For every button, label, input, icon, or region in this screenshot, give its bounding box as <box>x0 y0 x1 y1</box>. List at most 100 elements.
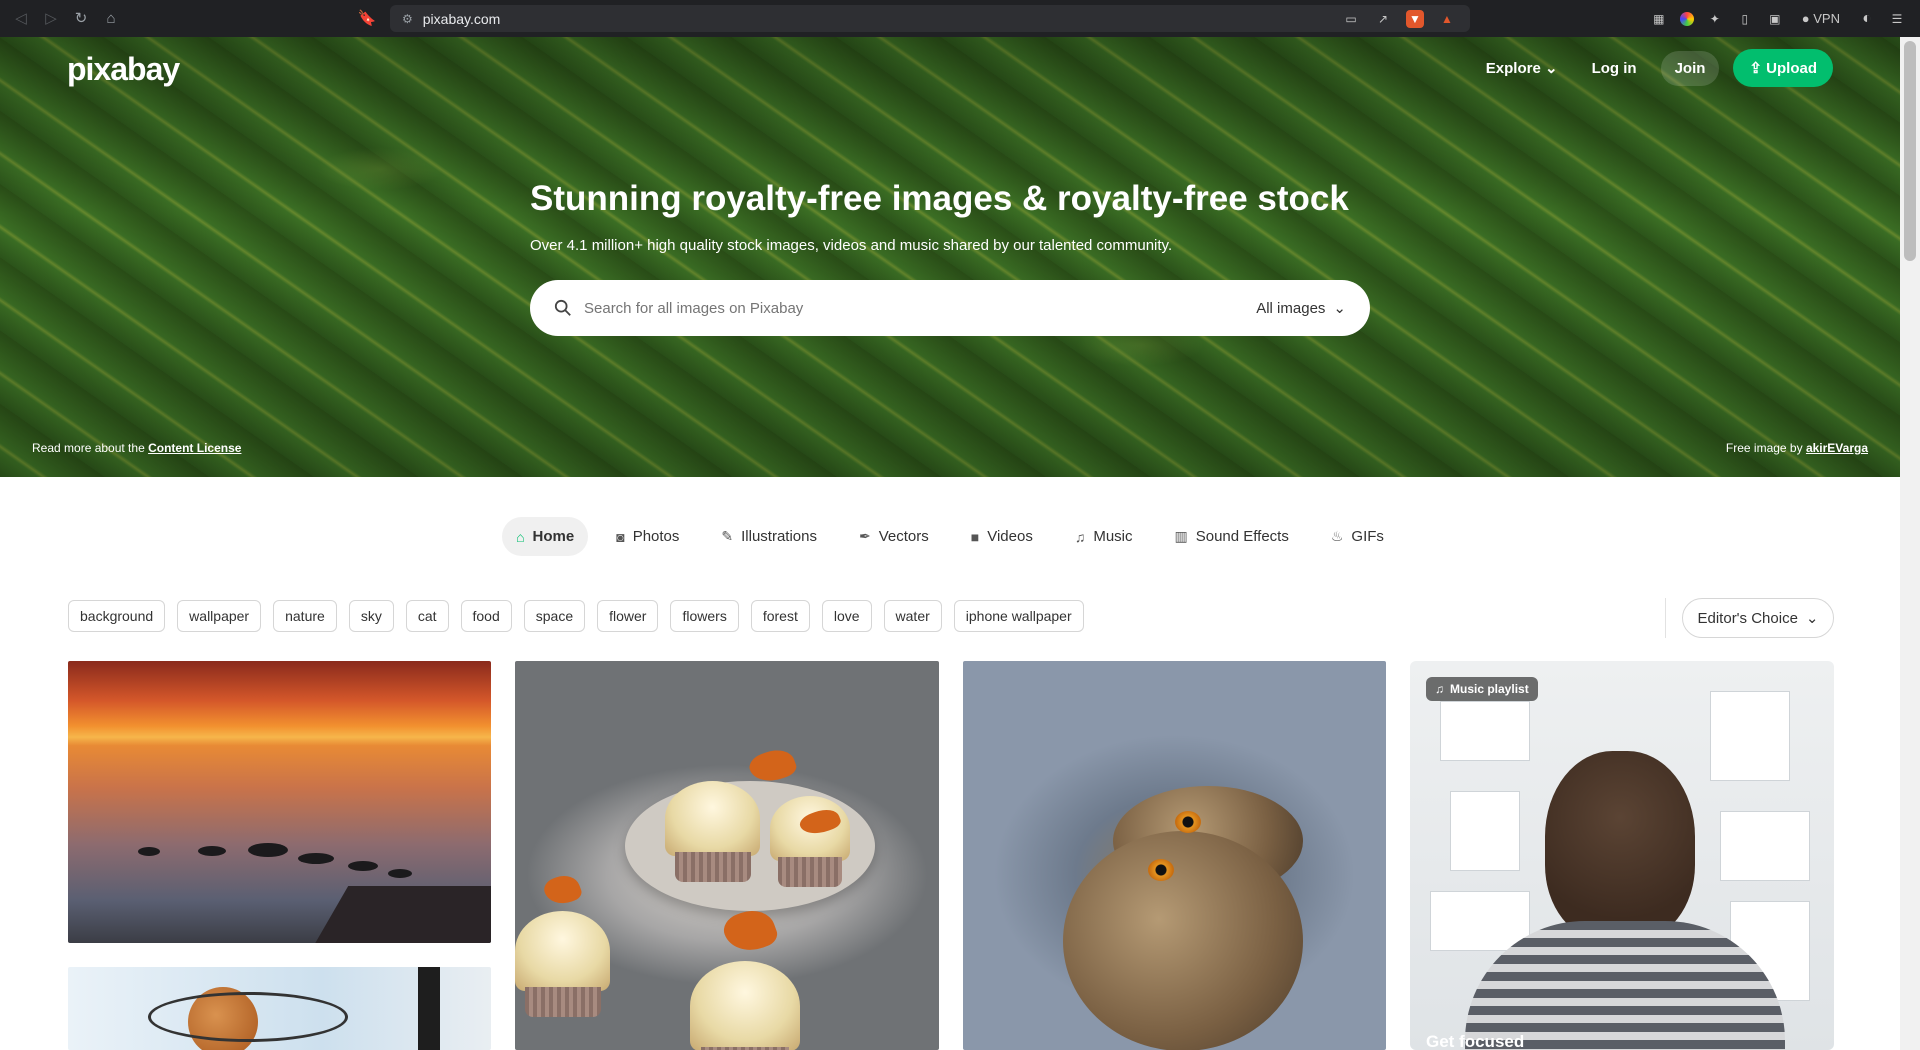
flame-icon: ♨ <box>1330 528 1344 544</box>
brush-icon: ✎ <box>721 528 734 544</box>
tag-chip[interactable]: nature <box>273 600 337 632</box>
waveform-icon: ▥ <box>1174 528 1188 544</box>
chevron-down-icon: ⌄ <box>1544 60 1558 77</box>
explore-menu[interactable]: Explore ⌄ <box>1476 51 1568 85</box>
chevron-down-icon: ⌄ <box>1805 610 1819 627</box>
login-link[interactable]: Log in <box>1582 52 1647 85</box>
home-icon[interactable]: ⌂ <box>100 7 122 29</box>
license-note: Read more about the Content License <box>32 441 241 455</box>
tab-label: Videos <box>987 528 1033 545</box>
share-icon[interactable]: ↗ <box>1374 10 1392 28</box>
tab-videos[interactable]: ■ Videos <box>957 517 1047 556</box>
tab-label: Music <box>1093 528 1133 545</box>
tab-home[interactable]: ⌂ Home <box>502 517 589 556</box>
profile-icon[interactable]: ◐ <box>1858 10 1876 28</box>
extensions-puzzle-icon[interactable]: ✦ <box>1706 10 1724 28</box>
tab-label: GIFs <box>1351 528 1384 545</box>
sunset-sea-photo[interactable] <box>68 661 491 943</box>
wallet-icon[interactable]: ▣ <box>1766 10 1784 28</box>
tag-chip[interactable]: food <box>460 600 512 632</box>
tag-chip[interactable]: flower <box>597 600 659 632</box>
forward-arrow-icon[interactable]: ▷ <box>40 7 62 29</box>
join-button[interactable]: Join <box>1660 50 1720 86</box>
music-note-icon: ♫ <box>1074 528 1086 545</box>
tab-sound-effects[interactable]: ▥ Sound Effects <box>1161 517 1303 556</box>
hero-banner: pixabay Explore ⌄ Log in Join ⇪ Upload S… <box>0 37 1900 477</box>
tag-chip[interactable]: forest <box>750 600 810 632</box>
hero-subtitle: Over 4.1 million+ high quality stock ima… <box>530 237 1173 254</box>
tab-illustrations[interactable]: ✎ Illustrations <box>707 517 831 556</box>
back-arrow-icon[interactable]: ◁ <box>10 7 32 29</box>
brave-rewards-icon[interactable]: ▲ <box>1438 10 1456 28</box>
popular-tags: background wallpaper nature sky cat food… <box>68 600 1084 632</box>
tag-chip[interactable]: love <box>821 600 872 632</box>
tab-gifs[interactable]: ♨ GIFs <box>1317 517 1398 556</box>
tag-chip[interactable]: wallpaper <box>177 600 262 632</box>
color-extension-icon[interactable] <box>1679 11 1694 26</box>
qr-code-icon[interactable]: ▦ <box>1650 10 1668 28</box>
search-input[interactable] <box>584 299 1257 317</box>
sort-label: Editor's Choice <box>1697 609 1798 627</box>
media-type-label: All images <box>1256 299 1326 317</box>
reload-icon[interactable]: ↻ <box>70 7 92 29</box>
tab-label: Vectors <box>878 528 929 545</box>
tag-chip[interactable]: flowers <box>670 600 739 632</box>
badge-label: Music playlist <box>1450 682 1529 696</box>
license-prefix: Read more about the <box>32 441 149 455</box>
camera-icon: ◙ <box>616 528 625 545</box>
upload-button[interactable]: ⇪ Upload <box>1733 49 1833 87</box>
tab-photos[interactable]: ◙ Photos <box>602 517 693 556</box>
bookmark-icon[interactable]: 🔖 <box>356 7 378 29</box>
tag-chip[interactable]: water <box>883 600 942 632</box>
tab-vectors[interactable]: ✒ Vectors <box>845 517 943 556</box>
music-note-icon: ♫ <box>1435 682 1444 696</box>
upload-icon: ⇪ <box>1749 60 1762 77</box>
home-icon: ⌂ <box>516 528 525 545</box>
url-text: pixabay.com <box>422 10 501 27</box>
author-link[interactable]: akirEVarga <box>1806 441 1868 455</box>
tag-chip[interactable]: sky <box>348 600 394 632</box>
video-icon: ■ <box>970 528 980 545</box>
tag-chip[interactable]: background <box>68 600 166 632</box>
tag-chip[interactable]: space <box>523 600 586 632</box>
credit-prefix: Free image by <box>1725 441 1806 455</box>
tab-label: Home <box>532 528 575 545</box>
playlist-caption: Get focused <box>1426 1032 1525 1050</box>
content-license-link[interactable]: Content License <box>148 441 241 455</box>
address-bar[interactable]: ⚙ pixabay.com ▭ ↗ ▼ ▲ <box>390 5 1470 32</box>
vpn-button[interactable]: ● VPN <box>1796 9 1846 28</box>
browser-toolbar: ◁ ▷ ↻ ⌂ 🔖 ⚙ pixabay.com ▭ ↗ ▼ ▲ ▦ ✦ ▯ ▣ … <box>0 0 1920 37</box>
tag-chip[interactable]: iphone wallpaper <box>953 600 1084 632</box>
pen-nib-icon: ✒ <box>859 528 871 544</box>
tab-label: Illustrations <box>741 528 817 545</box>
pixabay-logo[interactable]: pixabay <box>67 51 180 88</box>
chevron-down-icon: ⌄ <box>1333 300 1346 317</box>
site-settings-icon[interactable]: ⚙ <box>402 12 413 26</box>
music-playlist-badge: ♫ Music playlist <box>1426 677 1538 701</box>
music-playlist-card[interactable]: ♫ Music playlist Get focused <box>1410 661 1834 1050</box>
top-navigation: Explore ⌄ Log in Join ⇪ Upload <box>1476 49 1833 87</box>
tab-label: Sound Effects <box>1195 528 1289 545</box>
page-scrollbar[interactable] <box>1900 37 1920 1050</box>
search-icon <box>554 299 571 316</box>
basketball-photo[interactable] <box>68 967 491 1050</box>
tab-music[interactable]: ♫ Music <box>1061 517 1147 556</box>
sort-dropdown[interactable]: Editor's Choice ⌄ <box>1682 598 1834 638</box>
cast-icon[interactable]: ▭ <box>1342 10 1360 28</box>
search-bar: All images ⌄ <box>530 280 1370 336</box>
media-type-dropdown[interactable]: All images ⌄ <box>1256 299 1346 318</box>
tab-label: Photos <box>632 528 680 545</box>
sidebar-toggle-icon[interactable]: ▯ <box>1736 10 1754 28</box>
tags-divider <box>1665 598 1666 638</box>
toads-photo[interactable] <box>963 661 1386 1050</box>
cupcakes-photo[interactable] <box>515 661 939 1050</box>
brave-shield-icon[interactable]: ▼ <box>1406 10 1424 28</box>
vpn-label: VPN <box>1813 11 1840 26</box>
hero-title: Stunning royalty-free images & royalty-f… <box>530 179 1349 218</box>
scrollbar-thumb[interactable] <box>1904 41 1916 261</box>
image-credit: Free image by akirEVarga <box>1726 441 1868 455</box>
category-tabs: ⌂ Home ◙ Photos ✎ Illustrations ✒ Vectors ■ V… <box>0 517 1900 556</box>
tag-chip[interactable]: cat <box>405 600 449 632</box>
menu-icon[interactable]: ☰ <box>1888 10 1906 28</box>
upload-label: Upload <box>1766 60 1817 77</box>
